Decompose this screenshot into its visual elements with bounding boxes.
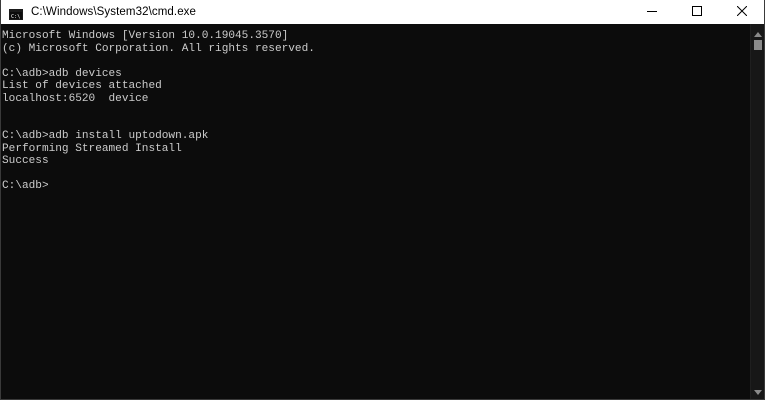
- console-line: Performing Streamed Install: [2, 142, 182, 155]
- scroll-down-button[interactable]: [751, 382, 764, 399]
- svg-text:C:\: C:\: [11, 13, 20, 19]
- vertical-scrollbar[interactable]: [750, 24, 764, 399]
- close-icon: [736, 3, 747, 21]
- console-line: Success: [2, 155, 49, 167]
- console-line: Microsoft Windows [Version 10.0.19045.35…: [2, 30, 289, 42]
- console-prompt[interactable]: C:\adb>: [2, 180, 49, 192]
- console-line: localhost:6520 device: [2, 92, 149, 105]
- console-line: List of devices attached: [2, 80, 162, 92]
- window-title: C:\Windows\System32\cmd.exe: [31, 6, 197, 18]
- cmd-icon: C:\: [9, 7, 23, 20]
- console-line: (c) Microsoft Corporation. All rights re…: [2, 42, 315, 55]
- cmd-window: C:\ C:\Windows\System32\cmd.exe Microsof…: [0, 0, 765, 400]
- maximize-button[interactable]: [674, 0, 719, 24]
- console-line: C:\adb>adb devices: [2, 67, 122, 80]
- close-button[interactable]: [719, 0, 764, 24]
- minimize-icon: [646, 3, 657, 21]
- chevron-down-icon: [754, 382, 762, 399]
- minimize-button[interactable]: [629, 0, 674, 24]
- console-line: C:\adb>adb install uptodown.apk: [2, 130, 209, 142]
- scroll-up-button[interactable]: [751, 26, 764, 40]
- window-controls: [629, 0, 764, 24]
- console-text: Microsoft Windows [Version 10.0.19045.35…: [2, 24, 750, 193]
- maximize-icon: [691, 3, 702, 21]
- console-output[interactable]: Microsoft Windows [Version 10.0.19045.35…: [2, 24, 750, 399]
- scrollbar-thumb[interactable]: [754, 40, 762, 50]
- title-bar[interactable]: C:\ C:\Windows\System32\cmd.exe: [1, 0, 764, 24]
